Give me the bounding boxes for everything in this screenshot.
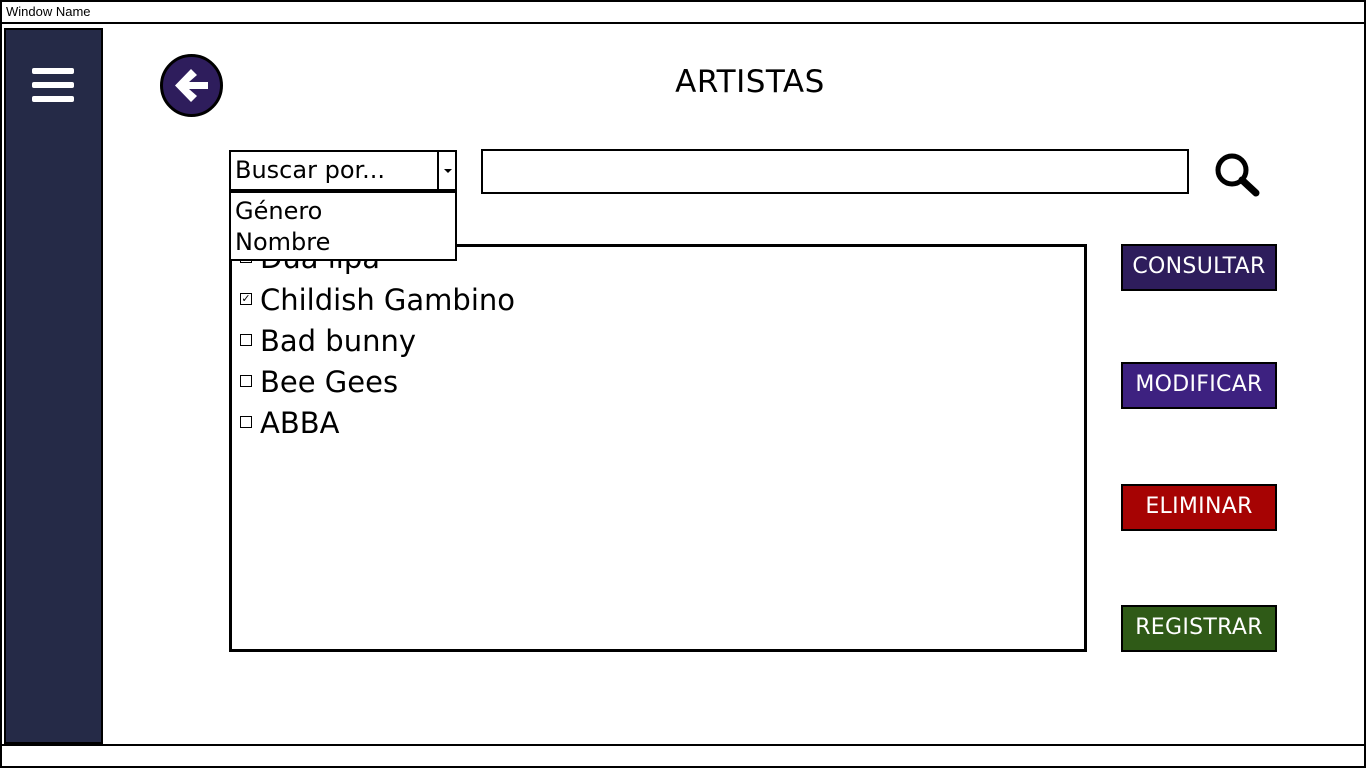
modificar-button[interactable]: MODIFICAR bbox=[1121, 362, 1277, 409]
list-item-label: Bee Gees bbox=[260, 365, 399, 399]
window-titlebar: Window Name bbox=[2, 2, 1364, 24]
list-item[interactable]: ABBA bbox=[240, 406, 339, 440]
menu-line bbox=[32, 82, 74, 88]
search-by-select[interactable]: Buscar por... bbox=[229, 150, 457, 191]
artist-list[interactable]: Dua lipa ✓Childish Gambino Bad bunny Bee… bbox=[229, 244, 1087, 652]
dropdown-option-nombre[interactable]: Nombre bbox=[231, 227, 455, 258]
app-window: Window Name ARTISTAS Buscar por... Géner… bbox=[0, 0, 1366, 768]
menu-icon[interactable] bbox=[32, 68, 76, 108]
menu-line bbox=[32, 96, 74, 102]
dropdown-option-genero[interactable]: Género bbox=[231, 196, 455, 227]
registrar-button[interactable]: REGISTRAR bbox=[1121, 605, 1277, 652]
select-value: Buscar por... bbox=[235, 156, 386, 184]
sidebar bbox=[4, 28, 103, 744]
list-item-label: ABBA bbox=[260, 406, 340, 440]
list-item-label: Childish Gambino bbox=[260, 283, 515, 317]
search-input[interactable] bbox=[481, 149, 1189, 194]
eliminar-button[interactable]: ELIMINAR bbox=[1121, 484, 1277, 531]
consultar-button[interactable]: CONSULTAR bbox=[1121, 244, 1277, 291]
back-button[interactable] bbox=[160, 54, 223, 117]
arrow-left-icon bbox=[175, 69, 208, 102]
checkbox[interactable] bbox=[240, 334, 252, 346]
list-item[interactable]: Bee Gees bbox=[240, 365, 398, 399]
checkbox-checked[interactable]: ✓ bbox=[240, 293, 252, 305]
chevron-down-icon[interactable] bbox=[437, 152, 455, 189]
status-bar bbox=[2, 744, 1364, 766]
search-icon[interactable] bbox=[1212, 150, 1262, 198]
list-item-label: Bad bunny bbox=[260, 324, 417, 358]
checkbox[interactable] bbox=[240, 375, 252, 387]
menu-line bbox=[32, 68, 74, 74]
list-item[interactable]: ✓ Childish Gambino bbox=[240, 283, 515, 317]
page-title: ARTISTAS bbox=[675, 64, 825, 100]
checkbox[interactable] bbox=[240, 416, 252, 428]
list-item[interactable]: Bad bunny bbox=[240, 324, 416, 358]
search-by-dropdown: Género Nombre bbox=[229, 191, 457, 261]
window-title: Window Name bbox=[6, 4, 91, 19]
